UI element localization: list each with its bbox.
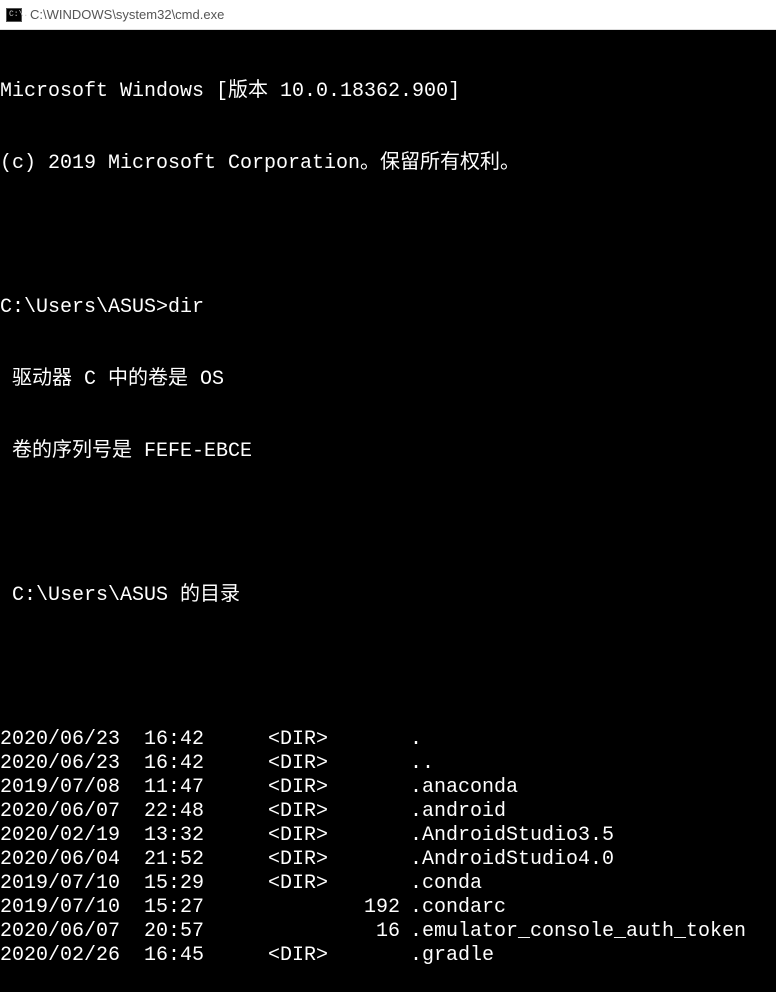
entry-date: 2020/06/07 — [0, 800, 120, 824]
entry-size: 192 — [320, 896, 410, 920]
entry-type: <DIR> — [220, 848, 320, 872]
terminal-output[interactable]: Microsoft Windows [版本 10.0.18362.900] (c… — [0, 30, 776, 992]
entry-name: .AndroidStudio3.5 — [410, 824, 776, 848]
entry-date: 2020/06/23 — [0, 752, 120, 776]
directory-of-line: C:\Users\ASUS 的目录 — [0, 584, 776, 608]
cmd-icon: C:\. — [6, 8, 22, 22]
window-title: C:\WINDOWS\system32\cmd.exe — [30, 7, 224, 22]
command-text: dir — [168, 296, 204, 320]
entry-date: 2020/06/07 — [0, 920, 120, 944]
entry-time: 16:42 — [120, 728, 220, 752]
entry-time: 21:52 — [120, 848, 220, 872]
entry-time: 20:57 — [120, 920, 220, 944]
entry-time: 15:27 — [120, 896, 220, 920]
entry-name: .. — [410, 752, 776, 776]
dir-entry: 2019/07/10 15:27 192.condarc — [0, 896, 776, 920]
entry-name: .conda — [410, 872, 776, 896]
entry-time: 22:48 — [120, 800, 220, 824]
entry-time: 15:29 — [120, 872, 220, 896]
entry-type: <DIR> — [220, 824, 320, 848]
entry-type: <DIR> — [220, 776, 320, 800]
entry-date: 2020/02/19 — [0, 824, 120, 848]
dir-entry: 2020/02/26 16:45 <DIR> .gradle — [0, 944, 776, 968]
directory-listing: 2020/06/23 16:42 <DIR>.2020/06/23 16:42 … — [0, 728, 776, 968]
entry-time: 11:47 — [120, 776, 220, 800]
entry-date: 2019/07/08 — [0, 776, 120, 800]
blank-line — [0, 512, 776, 536]
entry-date: 2020/06/04 — [0, 848, 120, 872]
volume-line: 驱动器 C 中的卷是 OS — [0, 368, 776, 392]
entry-type: <DIR> — [220, 752, 320, 776]
dir-entry: 2020/06/07 22:48 <DIR> .android — [0, 800, 776, 824]
entry-date: 2019/07/10 — [0, 896, 120, 920]
entry-name: .emulator_console_auth_token — [410, 920, 776, 944]
dir-entry: 2020/06/23 16:42 <DIR>. — [0, 728, 776, 752]
prompt-line: C:\Users\ASUS>dir — [0, 296, 776, 320]
entry-type: <DIR> — [220, 728, 320, 752]
entry-type: <DIR> — [220, 944, 320, 968]
entry-name: .anaconda — [410, 776, 776, 800]
entry-name: .android — [410, 800, 776, 824]
dir-entry: 2020/06/04 21:52 <DIR> .AndroidStudio4.0 — [0, 848, 776, 872]
window-titlebar: C:\. C:\WINDOWS\system32\cmd.exe — [0, 0, 776, 30]
entry-name: .gradle — [410, 944, 776, 968]
prompt-text: C:\Users\ASUS> — [0, 296, 168, 320]
entry-size: 16 — [320, 920, 410, 944]
copyright-line: (c) 2019 Microsoft Corporation。保留所有权利。 — [0, 152, 776, 176]
entry-time: 13:32 — [120, 824, 220, 848]
dir-entry: 2020/02/19 13:32 <DIR> .AndroidStudio3.5 — [0, 824, 776, 848]
blank-line — [0, 224, 776, 248]
blank-line — [0, 656, 776, 680]
dir-entry: 2019/07/10 15:29 <DIR> .conda — [0, 872, 776, 896]
cmd-icon-text: C:\. — [9, 11, 28, 19]
entry-time: 16:45 — [120, 944, 220, 968]
entry-name: .AndroidStudio4.0 — [410, 848, 776, 872]
entry-date: 2020/02/26 — [0, 944, 120, 968]
entry-time: 16:42 — [120, 752, 220, 776]
entry-type: <DIR> — [220, 800, 320, 824]
version-line: Microsoft Windows [版本 10.0.18362.900] — [0, 80, 776, 104]
entry-date: 2020/06/23 — [0, 728, 120, 752]
entry-type: <DIR> — [220, 872, 320, 896]
serial-line: 卷的序列号是 FEFE-EBCE — [0, 440, 776, 464]
dir-entry: 2019/07/08 11:47 <DIR> .anaconda — [0, 776, 776, 800]
dir-entry: 2020/06/07 20:57 16.emulator_console_auth… — [0, 920, 776, 944]
entry-date: 2019/07/10 — [0, 872, 120, 896]
entry-name: .condarc — [410, 896, 776, 920]
entry-name: . — [410, 728, 776, 752]
dir-entry: 2020/06/23 16:42 <DIR>.. — [0, 752, 776, 776]
